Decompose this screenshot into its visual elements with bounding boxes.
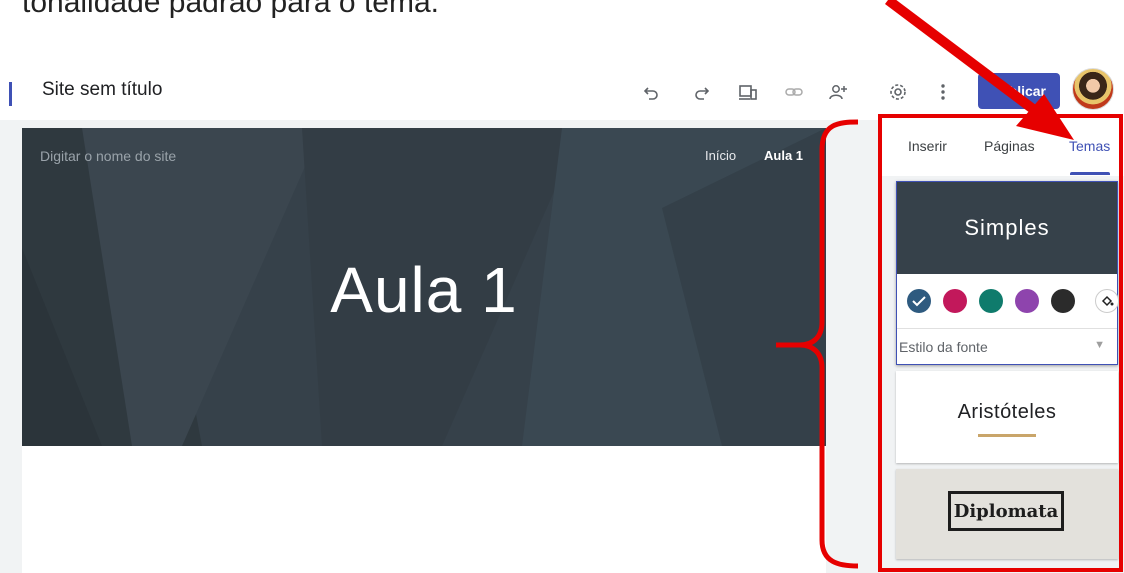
theme-accent-bar <box>978 434 1036 437</box>
publish-button[interactable]: blicar <box>978 73 1060 109</box>
color-swatch-magenta[interactable] <box>943 289 967 313</box>
share-icon[interactable] <box>824 78 852 106</box>
chevron-down-icon: ▼ <box>1094 339 1105 351</box>
hero-banner[interactable]: Digitar o nome do site Início Aula 1 Aul… <box>22 128 826 446</box>
theme-name-simples: Simples <box>897 182 1117 274</box>
panel-tabs: Inserir Páginas Temas <box>880 120 1124 176</box>
theme-card-diplomata[interactable]: Diplomata <box>896 469 1118 559</box>
top-toolbar: Site sem título blicar <box>0 64 1124 121</box>
theme-name-diplomata: Diplomata <box>948 491 1064 531</box>
site-page: Digitar o nome do site Início Aula 1 Aul… <box>22 128 826 573</box>
check-icon <box>912 296 926 307</box>
site-title[interactable]: Site sem título <box>42 79 162 101</box>
color-swatch-black[interactable] <box>1051 289 1075 313</box>
theme-card-aristoteles[interactable]: Aristóteles <box>896 371 1118 463</box>
nav-link-aula-1[interactable]: Aula 1 <box>764 148 803 163</box>
hero-title[interactable]: Aula 1 <box>22 253 826 327</box>
active-tab-indicator <box>1070 172 1110 175</box>
caption-text: tonalidade padrão para o tema. <box>22 0 439 19</box>
undo-icon[interactable] <box>637 78 665 106</box>
theme-name-aristoteles: Aristóteles <box>957 401 1057 423</box>
color-swatch-teal[interactable] <box>979 289 1003 313</box>
tab-pages[interactable]: Páginas <box>984 138 1035 154</box>
avatar[interactable] <box>1072 68 1114 110</box>
theme-card-simples[interactable]: Simples Estilo da fonte ▼ <box>896 181 1119 366</box>
font-style-label: Estilo da fonte <box>899 339 988 355</box>
editor-canvas: Digitar o nome do site Início Aula 1 Aul… <box>0 120 880 573</box>
menu-indicator <box>9 82 12 106</box>
custom-color-button[interactable] <box>1095 289 1119 313</box>
color-swatch-selected[interactable] <box>907 289 931 313</box>
more-icon[interactable] <box>929 78 957 106</box>
nav-link-home[interactable]: Início <box>705 148 736 163</box>
tab-themes[interactable]: Temas <box>1069 138 1110 154</box>
preview-icon[interactable] <box>734 78 762 106</box>
settings-icon[interactable] <box>884 78 912 106</box>
side-panel: Inserir Páginas Temas Simples Estilo da … <box>880 120 1124 573</box>
site-name-input[interactable]: Digitar o nome do site <box>40 148 176 164</box>
tab-insert[interactable]: Inserir <box>908 138 947 154</box>
color-swatch-purple[interactable] <box>1015 289 1039 313</box>
redo-icon[interactable] <box>688 78 716 106</box>
font-style-dropdown[interactable]: Estilo da fonte ▼ <box>897 329 1117 366</box>
paint-bucket-icon <box>1101 295 1114 307</box>
link-icon[interactable] <box>780 78 808 106</box>
